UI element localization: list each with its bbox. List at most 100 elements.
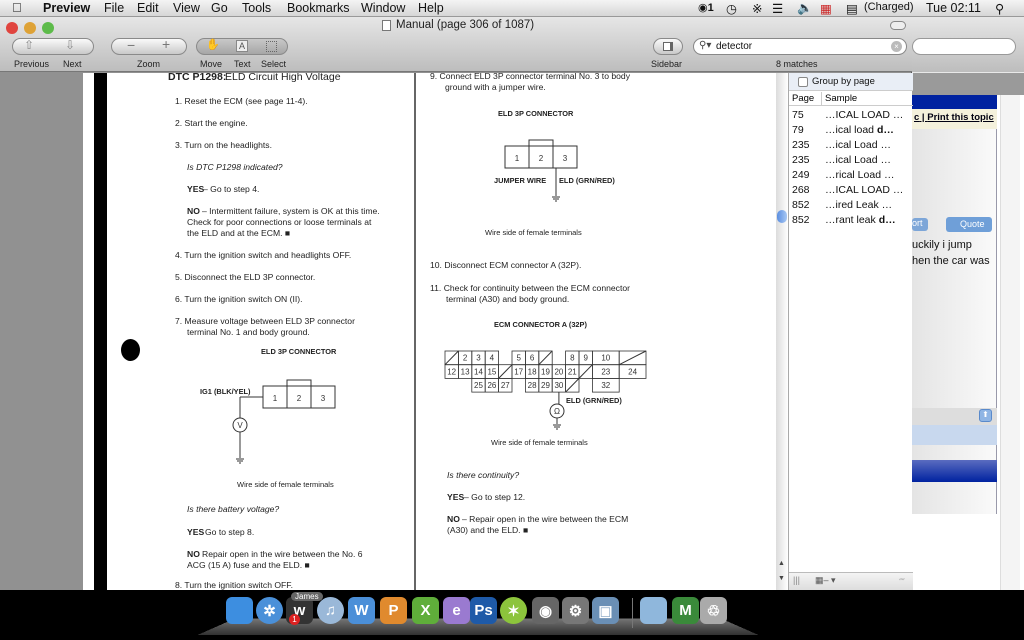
time-machine-icon[interactable]: ◷ xyxy=(726,1,737,16)
zoom-in-button[interactable]: + xyxy=(162,36,170,52)
print-topic-link[interactable]: Print this topic xyxy=(927,112,994,123)
preview-window: Manual (page 306 of 1087) ⇧ ⇩ Previous N… xyxy=(0,17,913,590)
zoom-button[interactable] xyxy=(42,22,54,34)
dock-pictures-stack-icon[interactable]: M xyxy=(672,597,699,624)
minimize-button[interactable] xyxy=(24,22,36,34)
scroll-down-arrow[interactable]: ▼ xyxy=(778,575,785,582)
connector-pin: 19 xyxy=(541,367,550,376)
battery-status[interactable]: (Charged) xyxy=(864,1,914,13)
apple-menu-icon[interactable]:  xyxy=(12,0,22,15)
connector-pin: 24 xyxy=(628,367,637,376)
connector-pin: 18 xyxy=(528,367,537,376)
connector-pin: 20 xyxy=(554,367,563,376)
connector-pin: 4 xyxy=(490,354,495,363)
group-by-page-checkbox[interactable] xyxy=(798,77,808,87)
zoom-label: Zoom xyxy=(137,59,161,69)
text-tool-icon[interactable]: A xyxy=(236,40,248,52)
dock-imovie-icon[interactable]: ◉ xyxy=(532,597,559,624)
menu-bookmarks[interactable]: Bookmarks xyxy=(287,1,350,15)
document-view[interactable]: DTC P1298: ELD Circuit High Voltage 1. Re… xyxy=(0,73,776,590)
result-sample: …ical Load … xyxy=(825,139,891,151)
close-button[interactable] xyxy=(6,22,18,34)
dock-limewire-icon[interactable]: ✶ xyxy=(500,597,527,624)
browser-scrollbar[interactable] xyxy=(1000,95,1020,590)
volume-icon[interactable]: 🔈 xyxy=(797,1,813,16)
menu-tools[interactable]: Tools xyxy=(242,1,271,15)
search-input-value[interactable]: detector xyxy=(716,41,752,52)
result-sample: …rical Load … xyxy=(825,169,895,181)
battery-icon[interactable]: ▤ xyxy=(846,1,858,16)
background-browser-window: c | Print this topic ort Quote uckily i … xyxy=(900,17,1024,590)
dock-trash-icon[interactable]: ♲ xyxy=(700,597,727,624)
column-resize-handle[interactable]: ||| xyxy=(793,575,800,585)
group-by-page-label[interactable]: Group by page xyxy=(812,76,875,87)
column-header-sample[interactable]: Sample xyxy=(825,93,857,104)
clock[interactable]: Tue 02:11 xyxy=(926,1,981,15)
dock-excel-icon[interactable]: X xyxy=(412,597,439,624)
search-field[interactable]: ⚲▾ detector × xyxy=(693,38,907,55)
dock-powerpoint-icon[interactable]: P xyxy=(380,597,407,624)
search-result-row[interactable]: 852 …rant leak d… xyxy=(789,213,913,228)
result-sample: …ICAL LOAD … xyxy=(825,109,904,121)
browser-address-field[interactable] xyxy=(912,38,1016,55)
dock-safari-icon[interactable]: ✲ xyxy=(256,597,283,624)
dock-entourage-icon[interactable]: e xyxy=(443,597,470,624)
adium-status-icon[interactable]: ◉1 xyxy=(698,1,714,14)
view-options-icon[interactable]: ▦– ▾ xyxy=(815,575,836,586)
connector-pin: 2 xyxy=(463,354,468,363)
search-result-row[interactable]: 235 …ical Load … xyxy=(789,138,913,153)
adium-count-badge: 1 xyxy=(289,614,300,625)
search-result-row[interactable]: 852 …ired Leak … xyxy=(789,198,913,213)
connector-pin: 1 xyxy=(515,154,520,163)
dock-iphoto-icon[interactable]: ▣ xyxy=(592,597,619,624)
zoom-out-button[interactable]: − xyxy=(127,37,135,53)
search-result-row[interactable]: 75 …ICAL LOAD … xyxy=(789,108,913,123)
bluetooth-icon[interactable]: ※ xyxy=(752,1,762,16)
dock-word-icon[interactable]: W xyxy=(348,597,375,624)
previous-button[interactable]: ⇧ xyxy=(24,38,42,52)
quote-button[interactable]: Quote xyxy=(946,217,992,232)
select-tool-icon[interactable] xyxy=(266,41,277,52)
zoom-control xyxy=(111,38,187,55)
wifi-icon[interactable]: ☰ xyxy=(772,1,783,16)
search-result-row[interactable]: 79 …ical load d… xyxy=(789,123,913,138)
dock-photoshop-icon[interactable]: Ps xyxy=(470,597,497,624)
spotlight-icon[interactable]: ⚲ xyxy=(995,1,1004,16)
dock-finder-icon[interactable] xyxy=(226,597,253,624)
result-sample: …ired Leak … xyxy=(825,199,893,211)
connector-key xyxy=(286,379,312,387)
link-fragment[interactable]: c xyxy=(914,112,919,123)
scroll-thumb[interactable] xyxy=(777,210,787,223)
dock-itunes-icon[interactable]: ♫ xyxy=(317,597,344,624)
document-scrollbar[interactable]: ▲ ▼ xyxy=(776,73,788,590)
scroll-up-arrow[interactable]: ▲ xyxy=(778,560,785,567)
menu-view[interactable]: View xyxy=(173,1,200,15)
result-page: 249 xyxy=(792,169,810,181)
menu-go[interactable]: Go xyxy=(211,1,228,15)
menu-file[interactable]: File xyxy=(104,1,124,15)
back-to-top-button[interactable]: ⬆ xyxy=(979,409,992,422)
input-flag-icon[interactable]: ▦ xyxy=(820,1,832,16)
menu-window[interactable]: Window xyxy=(361,1,405,15)
search-result-row[interactable]: 235 …ical Load … xyxy=(789,153,913,168)
unused-terminal-mark xyxy=(538,350,553,366)
connector-pin: 1 xyxy=(273,394,278,403)
dock-documents-folder-icon[interactable] xyxy=(640,597,667,624)
resize-grip-icon[interactable]: ⁗ xyxy=(899,577,905,588)
toolbar-toggle-button[interactable] xyxy=(890,21,906,30)
report-button[interactable]: ort xyxy=(912,218,928,231)
move-tool-hand-icon[interactable]: ✋ xyxy=(206,38,220,51)
clear-search-icon[interactable]: × xyxy=(891,41,902,52)
unused-terminal-mark xyxy=(618,350,647,366)
menu-app-name[interactable]: Preview xyxy=(43,1,90,15)
menu-edit[interactable]: Edit xyxy=(137,1,159,15)
result-page: 75 xyxy=(792,109,804,121)
dock-system-preferences-icon[interactable]: ⚙ xyxy=(562,597,589,624)
column-header-page[interactable]: Page xyxy=(792,93,814,104)
connector-pin: 17 xyxy=(514,367,523,376)
search-result-row[interactable]: 249 …rical Load … xyxy=(789,168,913,183)
menu-help[interactable]: Help xyxy=(418,1,444,15)
connector-pin: 30 xyxy=(554,381,563,390)
next-button[interactable]: ⇩ xyxy=(65,38,83,52)
search-result-row[interactable]: 268 …ICAL LOAD … xyxy=(789,183,913,198)
